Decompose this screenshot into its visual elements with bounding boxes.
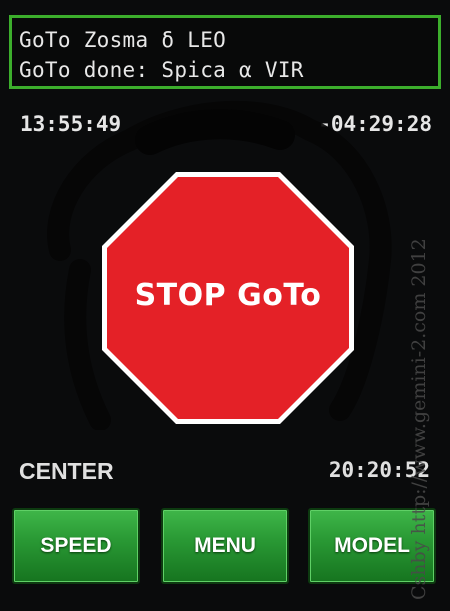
stop-goto-label: STOP GoTo (134, 278, 322, 313)
status-panel: GoTo Zosma δ LEO GoTo done: Spica α VIR (9, 15, 441, 89)
stop-goto-button[interactable]: STOP GoTo (100, 170, 356, 426)
speed-button[interactable]: SPEED (12, 508, 140, 584)
handcontroller-screen: GoTo Zosma δ LEO GoTo done: Spica α VIR … (0, 0, 450, 611)
centering-mode: CENTER (19, 458, 114, 484)
status-line-goto-done: GoTo done: Spica α VIR (19, 58, 304, 82)
menu-button[interactable]: MENU (161, 508, 289, 584)
watermark-text: Cshby http://www.gemini-2.com 2012 (408, 238, 430, 600)
status-line-goto-current: GoTo Zosma δ LEO (19, 28, 227, 52)
